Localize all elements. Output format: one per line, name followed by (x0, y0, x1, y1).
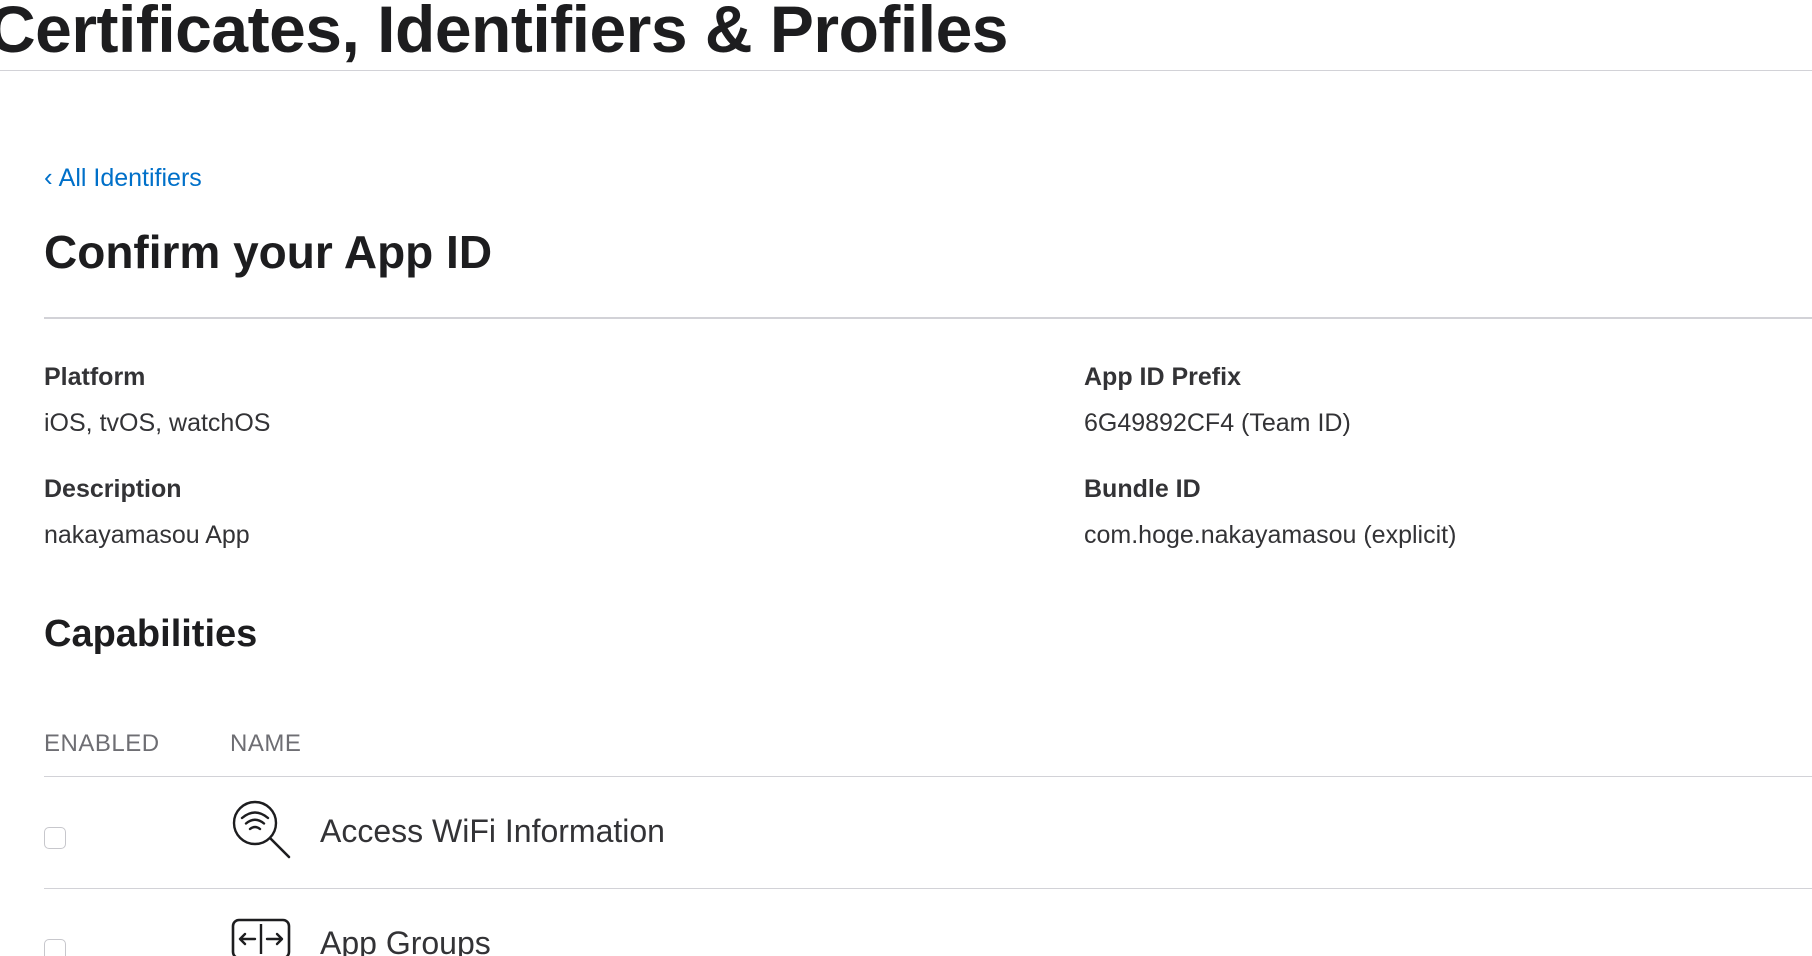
platform-field: Platform iOS, tvOS, watchOS (44, 360, 270, 440)
capability-name: App Groups (320, 925, 491, 956)
site-header: Certificates, Identifiers & Profiles (0, 0, 1812, 71)
platform-label: Platform (44, 363, 146, 391)
page: Certificates, Identifiers & Profiles ‹ Al… (0, 0, 1812, 956)
back-link-label: All Identifiers (58, 164, 202, 192)
all-identifiers-link[interactable]: ‹ All Identifiers (44, 160, 202, 195)
app-id-prefix-label: App ID Prefix (1084, 363, 1241, 391)
capability-name: Access WiFi Information (320, 813, 665, 849)
enable-checkbox[interactable] (44, 827, 66, 849)
bundle-id-field: Bundle ID com.hoge.nakayamasou (explicit… (1084, 472, 1456, 552)
description-label: Description (44, 475, 182, 503)
app-groups-icon (231, 918, 291, 956)
page-title: Confirm your App ID (44, 226, 493, 278)
app-id-prefix-field: App ID Prefix 6G49892CF4 (Team ID) (1084, 360, 1351, 440)
site-title: Certificates, Identifiers & Profiles (0, 0, 1009, 66)
capability-row: Access WiFi Information (44, 776, 1812, 888)
app-id-prefix-value: 6G49892CF4 (Team ID) (1084, 409, 1351, 437)
capability-row: App Groups (44, 888, 1812, 956)
capabilities-heading: Capabilities (44, 613, 258, 655)
platform-value: iOS, tvOS, watchOS (44, 409, 271, 437)
description-value: nakayamasou App (44, 521, 250, 549)
wifi-search-icon (232, 800, 291, 859)
bundle-id-label: Bundle ID (1084, 475, 1201, 503)
chevron-left-icon: ‹ (44, 162, 53, 192)
bundle-id-value: com.hoge.nakayamasou (explicit) (1084, 521, 1457, 549)
description-field: Description nakayamasou App (44, 472, 250, 552)
enable-checkbox[interactable] (44, 939, 66, 956)
name-column-header: NAME (230, 730, 302, 757)
divider (44, 317, 1812, 319)
enabled-column-header: ENABLED (44, 730, 160, 757)
